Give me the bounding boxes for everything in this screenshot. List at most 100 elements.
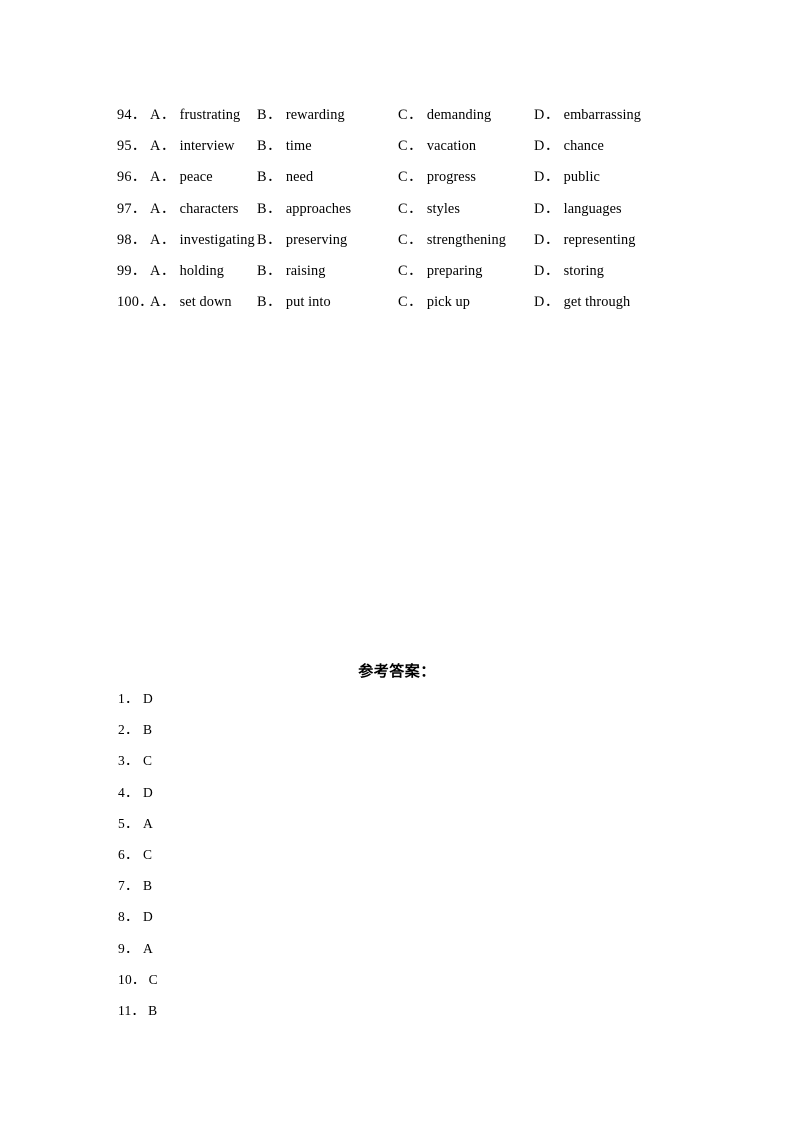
- option-text: embarrassing: [563, 107, 642, 123]
- question-option[interactable]: A． characters: [150, 194, 239, 225]
- question-option[interactable]: B． time: [257, 131, 312, 162]
- option-label: C．: [398, 231, 423, 248]
- answer-number: 10．: [118, 971, 146, 987]
- question-row: 98． A． investigating B． preserving C． strength…: [117, 225, 717, 256]
- question-option[interactable]: A． peace: [150, 162, 213, 193]
- question-option[interactable]: A． holding: [150, 256, 224, 287]
- answer-number: 9．: [118, 940, 139, 956]
- option-text: put into: [285, 294, 331, 311]
- option-label: D．: [534, 231, 560, 248]
- answer-value: C: [143, 846, 153, 862]
- option-text: peace: [179, 169, 213, 186]
- answer-key-row: 3． C: [118, 745, 418, 776]
- answer-value: C: [143, 753, 153, 769]
- question-option[interactable]: D． get through: [534, 287, 630, 318]
- option-label: A．: [150, 200, 176, 217]
- option-text: pick up: [426, 294, 471, 311]
- option-label: C．: [398, 138, 423, 155]
- answer-value: B: [143, 722, 153, 738]
- option-text: rewarding: [285, 107, 345, 123]
- answer-key-row: 8． D: [118, 901, 418, 932]
- question-option[interactable]: A． interview: [150, 131, 235, 162]
- option-text: representing: [563, 231, 636, 248]
- option-label: B．: [257, 200, 282, 217]
- answer-value: C: [148, 971, 158, 987]
- option-text: holding: [179, 262, 225, 279]
- option-text: languages: [563, 200, 622, 217]
- question-option[interactable]: C． demanding: [398, 100, 491, 131]
- question-row: 94． A． frustrating B． rewarding C． demanding D．…: [117, 100, 717, 131]
- answer-value: A: [143, 940, 153, 956]
- answer-key-row: 10． C: [118, 964, 418, 995]
- question-option[interactable]: A． frustrating: [150, 100, 240, 131]
- question-option[interactable]: A． set down: [150, 287, 232, 318]
- answer-number: 5．: [118, 815, 139, 831]
- option-text: public: [563, 169, 600, 186]
- option-label: D．: [534, 138, 560, 155]
- option-text: preparing: [426, 262, 483, 279]
- answer-value: D: [143, 784, 153, 800]
- document-page: 94． A． frustrating B． rewarding C． demanding D．…: [0, 0, 794, 1123]
- option-label: A．: [150, 231, 176, 248]
- option-text: approaches: [285, 200, 352, 217]
- answer-value: D: [143, 691, 153, 706]
- option-label: B．: [257, 231, 282, 248]
- option-label: B．: [257, 107, 282, 123]
- question-option[interactable]: B． put into: [257, 287, 331, 318]
- question-option[interactable]: D． chance: [534, 131, 604, 162]
- answer-key-row: 5． A: [118, 808, 418, 839]
- option-label: A．: [150, 169, 176, 186]
- question-option[interactable]: A． investigating: [150, 225, 255, 256]
- option-label: A．: [150, 262, 176, 279]
- question-option[interactable]: B． approaches: [257, 194, 351, 225]
- option-label: B．: [257, 169, 282, 186]
- question-option[interactable]: D． languages: [534, 194, 622, 225]
- question-option[interactable]: C． preparing: [398, 256, 483, 287]
- option-label: C．: [398, 200, 423, 217]
- answer-key-row: 11． B: [118, 995, 418, 1026]
- question-option[interactable]: D． public: [534, 162, 600, 193]
- question-option[interactable]: C． strengthening: [398, 225, 506, 256]
- question-option[interactable]: C． progress: [398, 162, 476, 193]
- option-label: D．: [534, 169, 560, 186]
- option-text: time: [285, 138, 312, 155]
- question-option[interactable]: D． storing: [534, 256, 604, 287]
- answer-key-list: 1． D 2． B 3． C 4． D 5． A 6． C 7． B 8． D 9． A 10． C 11． B: [118, 683, 418, 1026]
- question-option[interactable]: B． rewarding: [257, 100, 345, 131]
- question-option[interactable]: C． pick up: [398, 287, 470, 318]
- option-text: styles: [426, 200, 461, 217]
- option-label: D．: [534, 107, 560, 123]
- answer-number: 1．: [118, 691, 139, 706]
- answer-number: 2．: [118, 722, 139, 738]
- option-label: C．: [398, 107, 423, 123]
- option-text: characters: [179, 200, 239, 217]
- question-number: 94．: [117, 107, 147, 123]
- option-label: D．: [534, 262, 560, 279]
- answer-value: B: [143, 878, 153, 894]
- option-label: C．: [398, 169, 423, 186]
- option-text: chance: [563, 138, 604, 155]
- question-option[interactable]: B． raising: [257, 256, 325, 287]
- answer-key-row: 7． B: [118, 870, 418, 901]
- answer-key-row: 1． D: [118, 683, 418, 714]
- answer-number: 7．: [118, 878, 139, 894]
- question-option[interactable]: D． embarrassing: [534, 100, 641, 131]
- option-text: frustrating: [179, 107, 241, 123]
- question-option[interactable]: B． need: [257, 162, 313, 193]
- option-label: B．: [257, 262, 282, 279]
- option-label: A．: [150, 107, 176, 123]
- question-option[interactable]: B． preserving: [257, 225, 347, 256]
- answer-key-row: 2． B: [118, 714, 418, 745]
- option-label: A．: [150, 294, 176, 311]
- option-text: raising: [285, 262, 326, 279]
- question-option[interactable]: C． styles: [398, 194, 460, 225]
- option-label: D．: [534, 200, 560, 217]
- question-option[interactable]: D． representing: [534, 225, 636, 256]
- option-label: B．: [257, 294, 282, 311]
- option-text: progress: [426, 169, 477, 186]
- answer-value: A: [143, 815, 153, 831]
- question-option[interactable]: C． vacation: [398, 131, 476, 162]
- option-text: need: [285, 169, 314, 186]
- option-text: set down: [179, 294, 232, 311]
- answer-key-row: 6． C: [118, 839, 418, 870]
